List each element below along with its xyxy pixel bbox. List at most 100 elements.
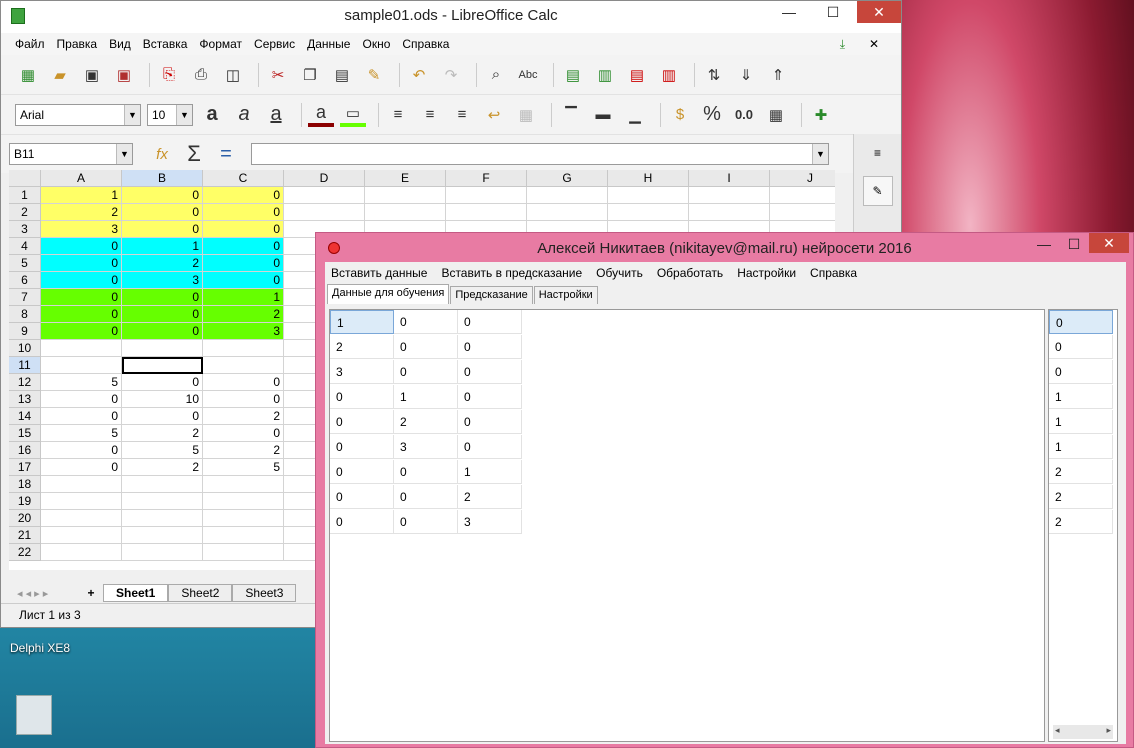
menu-item[interactable]: Вставка	[143, 37, 188, 51]
cell[interactable]	[41, 510, 122, 527]
row-header[interactable]: 20	[9, 510, 41, 527]
column-header[interactable]: G	[527, 170, 608, 187]
grid-cell[interactable]: 3	[394, 435, 458, 459]
cell[interactable]	[365, 204, 446, 221]
menu-item[interactable]: Файл	[15, 37, 45, 51]
grid-cell[interactable]: 0	[458, 335, 522, 359]
grid-cell[interactable]: 0	[330, 485, 394, 509]
cell[interactable]: 2	[203, 442, 284, 459]
close-document-icon[interactable]: ✕	[869, 37, 879, 51]
cell[interactable]: 0	[203, 272, 284, 289]
app-menu-item[interactable]: Обучить	[596, 266, 643, 280]
chevron-down-icon[interactable]: ▼	[116, 144, 132, 164]
row-header[interactable]: 19	[9, 493, 41, 510]
cell[interactable]: 0	[41, 459, 122, 476]
chevron-down-icon[interactable]: ▼	[812, 144, 828, 164]
grid-cell[interactable]: 0	[330, 460, 394, 484]
cell[interactable]: 0	[41, 272, 122, 289]
minimize-button[interactable]: —	[767, 1, 811, 23]
cell[interactable]	[527, 204, 608, 221]
cell[interactable]: 0	[122, 306, 203, 323]
row-header[interactable]: 14	[9, 408, 41, 425]
cell[interactable]	[122, 510, 203, 527]
cell[interactable]	[122, 527, 203, 544]
chevron-down-icon[interactable]: ▼	[176, 104, 192, 125]
cell[interactable]	[284, 187, 365, 204]
wrap-icon[interactable]: ↩	[481, 103, 507, 127]
grid-cell[interactable]: 0	[394, 310, 458, 334]
row-header[interactable]: 16	[9, 442, 41, 459]
cell[interactable]: 0	[203, 255, 284, 272]
cell[interactable]	[203, 357, 284, 374]
output-cell[interactable]: 2	[1049, 510, 1113, 534]
grid-cell[interactable]: 0	[458, 435, 522, 459]
row-header[interactable]: 12	[9, 374, 41, 391]
cell[interactable]	[608, 187, 689, 204]
cell[interactable]: 2	[203, 306, 284, 323]
cell[interactable]: 5	[203, 459, 284, 476]
app-menu-item[interactable]: Настройки	[737, 266, 796, 280]
cell[interactable]: 0	[122, 289, 203, 306]
cell[interactable]	[41, 340, 122, 357]
number-icon[interactable]: 0.0	[731, 103, 757, 127]
cell[interactable]	[41, 544, 122, 561]
grid-cell[interactable]: 0	[330, 510, 394, 534]
cell[interactable]	[446, 204, 527, 221]
close-button[interactable]: ✕	[857, 1, 901, 23]
row-header[interactable]: 9	[9, 323, 41, 340]
row-header[interactable]: 2	[9, 204, 41, 221]
cell[interactable]	[203, 340, 284, 357]
cell[interactable]: 0	[203, 221, 284, 238]
tab-training-data[interactable]: Данные для обучения	[327, 284, 450, 304]
cell[interactable]	[689, 204, 770, 221]
menu-item[interactable]: Данные	[307, 37, 350, 51]
menu-icon[interactable]: ≡	[854, 146, 901, 160]
name-box[interactable]: B11 ▼	[9, 143, 133, 165]
cell[interactable]: 3	[122, 272, 203, 289]
row-header[interactable]: 3	[9, 221, 41, 238]
cell[interactable]: 0	[41, 238, 122, 255]
cell[interactable]	[41, 357, 122, 374]
sheet-tab-1[interactable]: Sheet1	[103, 584, 169, 602]
sort-icon[interactable]: ⇅	[701, 63, 727, 87]
valign-center-icon[interactable]: ▬	[590, 103, 616, 127]
menu-item[interactable]: Формат	[199, 37, 242, 51]
select-all-corner[interactable]	[9, 170, 41, 187]
grid-cell[interactable]: 0	[394, 485, 458, 509]
cell[interactable]	[446, 187, 527, 204]
output-cell[interactable]: 0	[1049, 335, 1113, 359]
row-header[interactable]: 7	[9, 289, 41, 306]
date-icon[interactable]: ▦	[763, 103, 789, 127]
cell[interactable]: 0	[41, 391, 122, 408]
grid-cell[interactable]: 0	[458, 310, 522, 334]
spellcheck-icon[interactable]: Abc	[515, 63, 541, 87]
app-menu-item[interactable]: Вставить данные	[331, 266, 427, 280]
grid-cell[interactable]: 0	[330, 435, 394, 459]
grid-cell[interactable]: 3	[330, 360, 394, 384]
grid-cell[interactable]: 2	[458, 485, 522, 509]
cut-icon[interactable]: ✂	[265, 63, 291, 87]
cell[interactable]	[41, 476, 122, 493]
paste-icon[interactable]: ▤	[329, 63, 355, 87]
align-left-icon[interactable]: ≡	[385, 103, 411, 127]
properties-icon[interactable]: ✎	[862, 176, 893, 206]
grid-cell[interactable]: 0	[458, 360, 522, 384]
output-cell[interactable]: 1	[1049, 410, 1113, 434]
output-scrollbar[interactable]: ◂ ▸	[1053, 725, 1113, 739]
open-icon[interactable]: ▰	[47, 63, 73, 87]
align-center-icon[interactable]: ≡	[417, 103, 443, 127]
cell[interactable]	[41, 527, 122, 544]
font-color-icon[interactable]: a	[308, 102, 334, 127]
grid-cell[interactable]: 0	[458, 385, 522, 409]
percent-icon[interactable]: %	[699, 103, 725, 127]
output-grid[interactable]: ◂ ▸ 000111222	[1048, 309, 1118, 742]
cell[interactable]	[203, 510, 284, 527]
cell[interactable]	[203, 476, 284, 493]
cell[interactable]: 0	[122, 374, 203, 391]
bold-icon[interactable]: a	[199, 103, 225, 127]
app-menu-item[interactable]: Обработать	[657, 266, 723, 280]
output-cell[interactable]: 2	[1049, 460, 1113, 484]
cell[interactable]: 2	[122, 459, 203, 476]
menu-item[interactable]: Правка	[57, 37, 98, 51]
cell[interactable]: 0	[203, 238, 284, 255]
